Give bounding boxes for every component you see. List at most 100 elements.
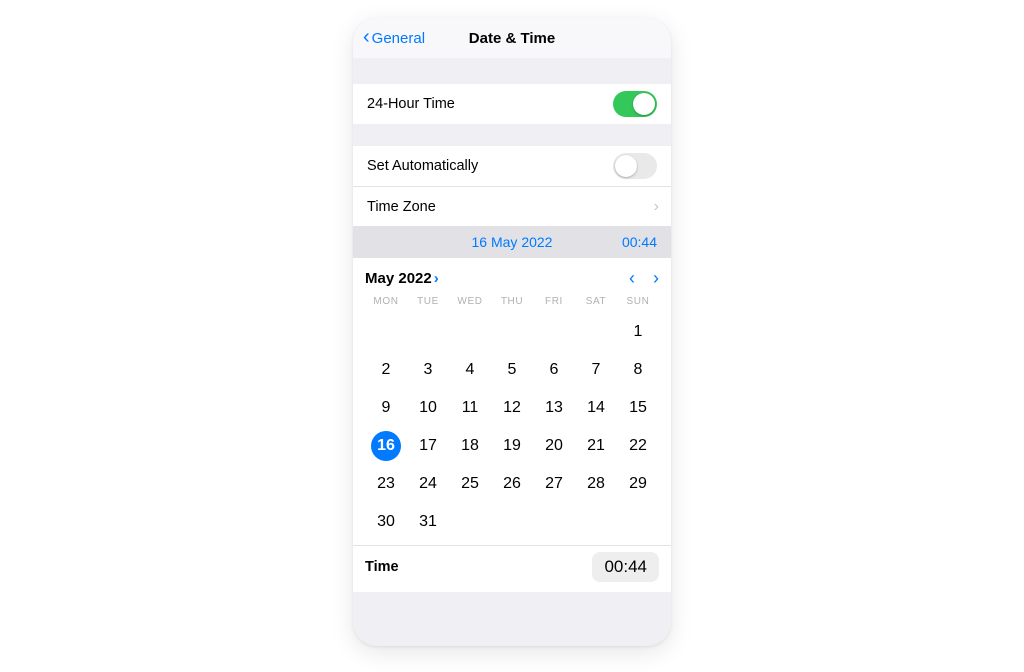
calendar-day[interactable]: 13 <box>533 391 575 425</box>
calendar-day[interactable]: 22 <box>617 429 659 463</box>
page-title: Date & Time <box>469 30 555 47</box>
calendar-blank <box>449 315 491 349</box>
calendar-day-number: 21 <box>581 431 611 461</box>
group-24hour: 24-Hour Time <box>353 84 671 124</box>
calendar-day[interactable]: 6 <box>533 353 575 387</box>
month-nav: ‹ › <box>629 269 659 287</box>
calendar-blank <box>533 315 575 349</box>
calendar-day-number: 29 <box>623 469 653 499</box>
calendar-day-number: 15 <box>623 393 653 423</box>
label-set-automatically: Set Automatically <box>367 158 478 174</box>
calendar-day[interactable]: 2 <box>365 353 407 387</box>
calendar-day-number: 27 <box>539 469 569 499</box>
calendar-day[interactable]: 26 <box>491 467 533 501</box>
chevron-left-icon: ‹ <box>363 27 370 47</box>
calendar-day-number: 16 <box>371 431 401 461</box>
row-time: Time 00:44 <box>353 545 671 584</box>
month-label: May 2022 <box>365 270 432 287</box>
calendar-day-number: 9 <box>371 393 401 423</box>
chevron-right-icon: › <box>654 198 659 216</box>
calendar-day[interactable]: 14 <box>575 391 617 425</box>
calendar-day[interactable]: 8 <box>617 353 659 387</box>
next-month-button[interactable]: › <box>653 269 659 287</box>
row-set-automatically: Set Automatically <box>353 146 671 186</box>
calendar-day-number: 12 <box>497 393 527 423</box>
time-picker[interactable]: 00:44 <box>592 552 659 582</box>
calendar-day-number: 17 <box>413 431 443 461</box>
calendar-day[interactable]: 11 <box>449 391 491 425</box>
calendar-day[interactable]: 27 <box>533 467 575 501</box>
settings-phone-frame: ‹ General Date & Time 24-Hour Time Set A… <box>353 18 671 646</box>
selected-date-bar: 16 May 2022 00:44 <box>353 226 671 258</box>
calendar-day-number: 23 <box>371 469 401 499</box>
calendar-day[interactable]: 1 <box>617 315 659 349</box>
calendar-day[interactable]: 9 <box>365 391 407 425</box>
calendar-day[interactable]: 4 <box>449 353 491 387</box>
calendar-day-number: 14 <box>581 393 611 423</box>
navbar: ‹ General Date & Time <box>353 18 671 58</box>
selected-time-label[interactable]: 00:44 <box>609 234 657 250</box>
calendar-day-number: 5 <box>497 355 527 385</box>
calendar-day[interactable]: 10 <box>407 391 449 425</box>
calendar-day-number: 11 <box>455 393 485 423</box>
weekday-label: SAT <box>575 296 617 307</box>
calendar-day[interactable]: 15 <box>617 391 659 425</box>
calendar-day[interactable]: 5 <box>491 353 533 387</box>
month-picker[interactable]: May 2022 › <box>365 270 439 287</box>
calendar-day[interactable]: 19 <box>491 429 533 463</box>
weekday-label: WED <box>449 296 491 307</box>
calendar-day[interactable]: 31 <box>407 505 449 539</box>
calendar-day[interactable]: 17 <box>407 429 449 463</box>
section-gap <box>353 124 671 146</box>
calendar-day-number: 24 <box>413 469 443 499</box>
row-timezone[interactable]: Time Zone › <box>353 186 671 226</box>
weekday-header: MONTUEWEDTHUFRISATSUN <box>365 296 659 307</box>
back-button[interactable]: ‹ General <box>363 18 425 58</box>
calendar-day[interactable]: 3 <box>407 353 449 387</box>
toggle-set-automatically[interactable] <box>613 153 657 179</box>
calendar-day-number: 6 <box>539 355 569 385</box>
calendar-day[interactable]: 30 <box>365 505 407 539</box>
group-auto-tz: Set Automatically Time Zone › <box>353 146 671 226</box>
calendar-day-number: 10 <box>413 393 443 423</box>
label-time: Time <box>365 559 399 575</box>
calendar-blank <box>407 315 449 349</box>
calendar-day-number: 7 <box>581 355 611 385</box>
calendar-blank <box>491 315 533 349</box>
toggle-24hour[interactable] <box>613 91 657 117</box>
calendar-day[interactable]: 20 <box>533 429 575 463</box>
calendar-day[interactable]: 25 <box>449 467 491 501</box>
calendar-day[interactable]: 7 <box>575 353 617 387</box>
chevron-right-icon: › <box>434 270 439 287</box>
calendar-day[interactable]: 29 <box>617 467 659 501</box>
calendar-day[interactable]: 18 <box>449 429 491 463</box>
calendar-day[interactable]: 28 <box>575 467 617 501</box>
calendar-day-number: 26 <box>497 469 527 499</box>
calendar-day[interactable]: 16 <box>365 429 407 463</box>
weekday-label: TUE <box>407 296 449 307</box>
weekday-label: FRI <box>533 296 575 307</box>
row-24hour: 24-Hour Time <box>353 84 671 124</box>
calendar-day-number: 13 <box>539 393 569 423</box>
calendar-blank <box>365 315 407 349</box>
label-timezone: Time Zone <box>367 199 436 215</box>
calendar-day-number: 25 <box>455 469 485 499</box>
calendar-day-number: 20 <box>539 431 569 461</box>
calendar-day-number: 1 <box>623 317 653 347</box>
label-24hour: 24-Hour Time <box>367 96 455 112</box>
calendar-day-number: 2 <box>371 355 401 385</box>
calendar-header: May 2022 › ‹ › <box>365 264 659 292</box>
calendar-day-number: 8 <box>623 355 653 385</box>
calendar-day[interactable]: 12 <box>491 391 533 425</box>
calendar-day[interactable]: 23 <box>365 467 407 501</box>
selected-date-label[interactable]: 16 May 2022 <box>415 234 609 250</box>
prev-month-button[interactable]: ‹ <box>629 269 635 287</box>
calendar-day-number: 31 <box>413 507 443 537</box>
calendar-day[interactable]: 24 <box>407 467 449 501</box>
section-gap <box>353 58 671 84</box>
calendar-day[interactable]: 21 <box>575 429 617 463</box>
calendar-grid: 1234567891011121314151617181920212223242… <box>365 315 659 539</box>
calendar-day-number: 3 <box>413 355 443 385</box>
calendar-day-number: 18 <box>455 431 485 461</box>
calendar-day-number: 30 <box>371 507 401 537</box>
